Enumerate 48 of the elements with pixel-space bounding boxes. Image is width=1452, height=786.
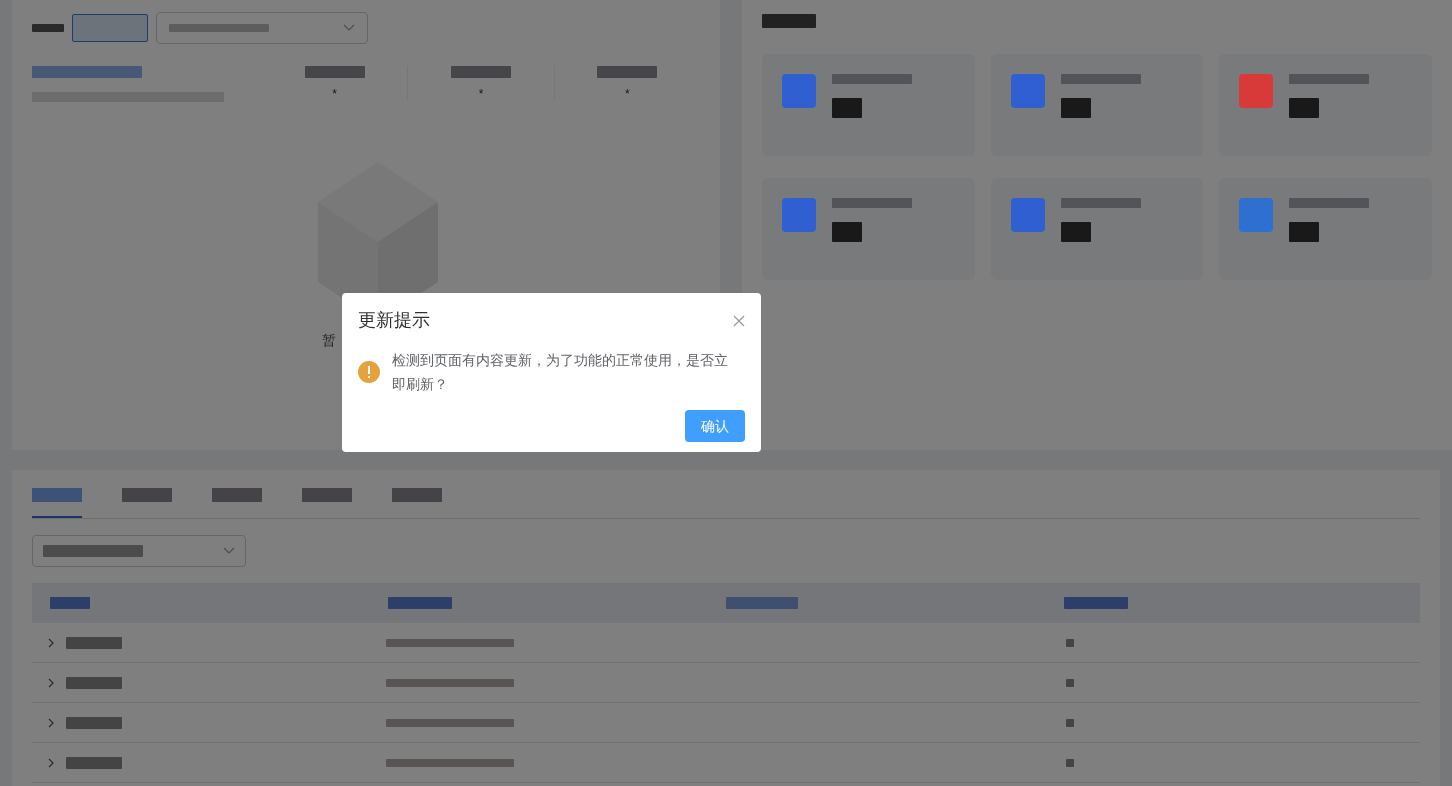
- chevron-down-icon: [343, 24, 355, 32]
- caret-icon[interactable]: [46, 757, 56, 768]
- redacted-text: [50, 597, 90, 609]
- summary-card[interactable]: [1219, 178, 1432, 280]
- redacted-text: [1289, 222, 1320, 242]
- redacted-text: [66, 716, 122, 729]
- summary-card[interactable]: [990, 178, 1204, 280]
- caret-icon[interactable]: [46, 677, 56, 688]
- chevron-down-icon: [223, 547, 235, 555]
- summary-card[interactable]: [762, 54, 975, 156]
- select-field[interactable]: [32, 535, 246, 567]
- redacted-text: [1289, 98, 1320, 118]
- dialog-message: 检测到页面有内容更新，为了功能的正常使用，是否立即刷新？: [392, 351, 729, 394]
- redacted-text: [451, 66, 511, 78]
- redacted-text: [32, 24, 64, 32]
- warning-icon: [358, 361, 380, 383]
- summary-card[interactable]: [1219, 54, 1432, 156]
- close-icon[interactable]: [733, 314, 745, 327]
- stat-value: *: [478, 88, 484, 100]
- redacted-text: [1066, 758, 1074, 767]
- date-tab[interactable]: [72, 14, 148, 42]
- redacted-text: [66, 756, 122, 769]
- redacted-text: [1066, 638, 1074, 647]
- redacted-text: [66, 676, 122, 689]
- dialog-title: 更新提示: [358, 309, 430, 332]
- redacted-text: [726, 597, 798, 609]
- redacted-text: [832, 98, 862, 118]
- redacted-text: [388, 597, 452, 609]
- redacted-text: [1066, 718, 1074, 727]
- caret-icon[interactable]: [46, 637, 56, 648]
- stat-value: *: [332, 88, 337, 100]
- redacted-text: [1060, 98, 1091, 118]
- redacted-text: [762, 14, 816, 28]
- redacted-text: [832, 222, 862, 242]
- tab[interactable]: [32, 488, 82, 518]
- summary-card[interactable]: [762, 178, 975, 280]
- summary-card[interactable]: [990, 54, 1204, 156]
- redacted-text: [597, 66, 658, 78]
- redacted-text: [1064, 597, 1128, 609]
- empty-state-text: 暂: [322, 331, 336, 350]
- redacted-text: [66, 636, 122, 649]
- stat-value: *: [625, 88, 630, 100]
- select-field[interactable]: [156, 12, 368, 44]
- caret-icon[interactable]: [46, 717, 56, 728]
- redacted-text: [1066, 678, 1074, 687]
- redacted-text: [1060, 222, 1091, 242]
- redacted-text: [304, 66, 365, 78]
- confirm-button[interactable]: 确认: [685, 410, 745, 442]
